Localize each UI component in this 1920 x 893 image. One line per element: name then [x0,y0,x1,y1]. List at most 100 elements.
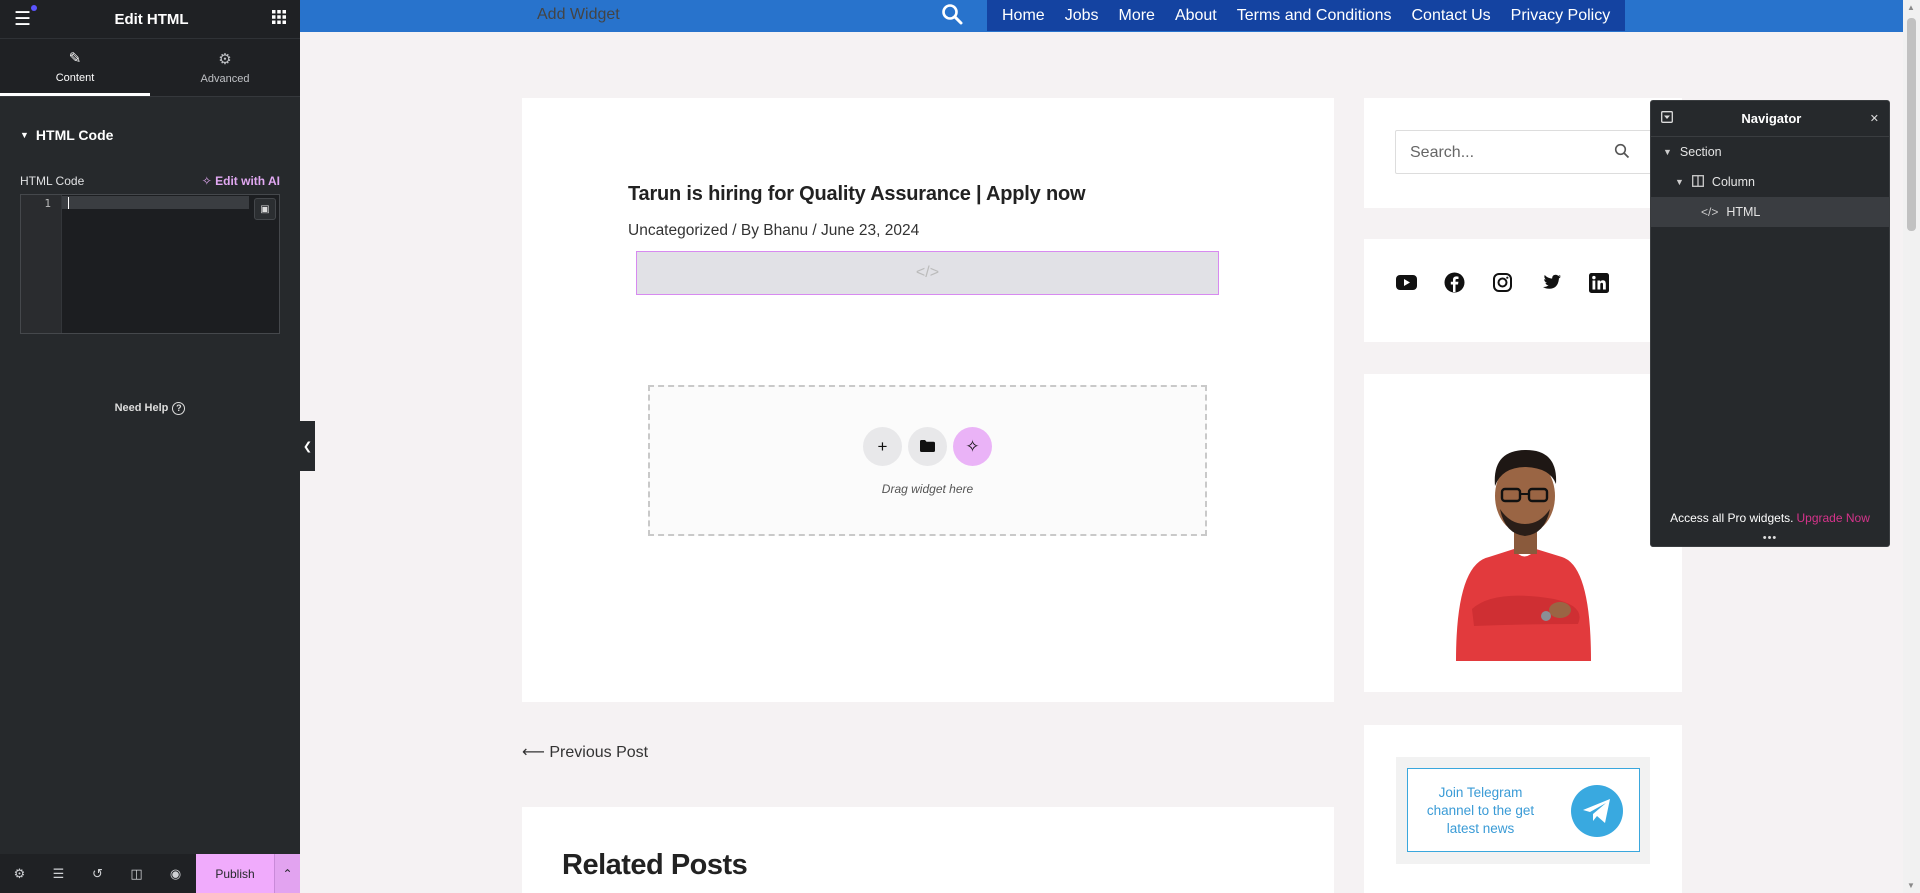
panel-header: ☰ Edit HTML [0,0,300,39]
need-help-label: Need Help [114,402,169,414]
menu-item-more[interactable]: More [1118,7,1154,25]
telegram-banner-wrap: Join Telegram channel to the get latest … [1396,757,1650,864]
edit-with-ai-label: Edit with AI [215,174,280,188]
related-posts-card: Related Posts [522,807,1334,893]
history-icon[interactable]: ↺ [78,866,117,882]
article-card: Tarun is hiring for Quality Assurance | … [522,98,1334,702]
sparkle-icon: ✧ [965,436,980,456]
settings-icon[interactable]: ⚙ [0,866,39,882]
code-icon: </> [1701,205,1719,219]
control-label: HTML Code [20,174,85,188]
sparkle-icon: ✧ [201,174,216,188]
edit-with-ai-button[interactable]: ✧ Edit with AI [202,174,280,188]
html-widget-placeholder[interactable]: </> [636,251,1219,295]
tab-advanced[interactable]: ⚙ Advanced [150,39,300,96]
add-widget-text: Add Widget [537,6,620,23]
menu-item-jobs[interactable]: Jobs [1065,7,1099,25]
menu-item-privacy[interactable]: Privacy Policy [1511,7,1611,25]
text-caret [68,197,69,209]
join-telegram-banner[interactable]: Join Telegram channel to the get latest … [1407,768,1640,852]
upgrade-now-link[interactable]: Upgrade Now [1797,511,1870,525]
html-code-editor[interactable]: 1 ▣ [20,194,280,334]
publish-button[interactable]: Publish [196,854,274,893]
social-icons [1395,271,1610,294]
linkedin-icon[interactable] [1587,271,1610,294]
column-icon [1691,174,1704,190]
post-title: Tarun is hiring for Quality Assurance | … [628,183,1086,205]
need-help-link[interactable]: Need Help? [0,402,300,415]
sidebar-search-input[interactable]: Search... [1395,130,1657,174]
publish-options-chevron-icon[interactable]: ⌃ [274,854,300,893]
chevron-left-icon: ❮ [302,440,313,453]
layers-icon[interactable]: ☰ [39,866,78,882]
author-photo [1456,450,1591,661]
related-posts-heading: Related Posts [562,849,748,881]
resize-handle-icon[interactable]: ••• [1651,532,1889,544]
navigator-item-label: Column [1711,175,1755,189]
gear-icon: ⚙ [218,51,232,68]
post-meta: Uncategorized / By Bhanu / June 23, 2024 [628,222,920,239]
ai-generate-button[interactable]: ✧ [953,427,992,466]
navigator-header: Navigator ✕ [1651,101,1889,137]
widgets-grid-icon[interactable] [271,10,286,28]
instagram-icon[interactable] [1491,271,1514,294]
menu-item-contact[interactable]: Contact Us [1412,7,1491,25]
html-code-control: HTML Code ✧ Edit with AI [0,174,300,188]
database-icon: ▣ [260,203,270,215]
collapse-panel-button[interactable]: ❮ [300,421,315,471]
editor-panel: ☰ Edit HTML ✎ Content ⚙ Advanced ▼ HTML … [0,0,300,893]
menu-item-about[interactable]: About [1175,7,1217,25]
panel-tabs: ✎ Content ⚙ Advanced [0,39,300,97]
tab-advanced-label: Advanced [200,73,250,85]
search-placeholder: Search... [1410,144,1475,161]
collapse-all-icon[interactable] [1661,111,1673,126]
scroll-down-arrow-icon[interactable]: ▼ [1907,881,1915,890]
main-menu: Home Jobs More About Terms and Condition… [987,0,1626,31]
editor-gutter [21,195,62,333]
navigator-item-label: Section [1679,145,1722,159]
search-icon[interactable] [940,2,964,26]
twitter-icon[interactable] [1539,271,1562,294]
caret-down-icon: ▼ [20,130,29,140]
publish-group: Publish ⌃ [196,854,300,893]
responsive-mode-icon[interactable]: ◫ [117,866,156,882]
page-scrollbar[interactable]: ▲ ▼ [1903,0,1920,893]
drop-area-buttons: + ✧ [650,427,1205,466]
previous-post-link[interactable]: ⟵ Previous Post [522,742,648,762]
promo-text: Access all Pro widgets. [1670,511,1794,525]
close-icon[interactable]: ✕ [1870,112,1879,125]
navigator-item-column[interactable]: ▼ Column [1651,167,1889,197]
navigator-promo: Access all Pro widgets. Upgrade Now [1651,511,1889,525]
navigator-item-section[interactable]: ▼ Section [1651,137,1889,167]
navigator-title: Navigator [1741,111,1802,126]
notification-dot [31,4,38,11]
sidebar-telegram-widget: Join Telegram channel to the get latest … [1364,725,1682,893]
preview-eye-icon[interactable]: ◉ [156,866,195,882]
navigator-item-label: HTML [1726,205,1761,219]
youtube-icon[interactable] [1395,271,1418,294]
widget-drop-area[interactable]: + ✧ Drag widget here [648,385,1207,536]
add-template-button[interactable] [908,427,947,466]
sidebar-author-photo [1364,374,1682,692]
menu-item-home[interactable]: Home [1002,7,1045,25]
section-title: HTML Code [35,127,114,143]
menu-icon[interactable]: ☰ [14,4,38,29]
tab-content-label: Content [55,71,95,84]
dynamic-tags-button[interactable]: ▣ [254,198,276,220]
tab-content[interactable]: ✎ Content [0,39,150,96]
add-section-button[interactable]: + [863,427,902,466]
navigator-item-html[interactable]: </> HTML [1651,197,1889,227]
plus-icon: + [877,436,888,456]
sidebar-search-widget: Search... [1364,98,1682,208]
telegram-icon [1571,785,1623,837]
html-code-section-toggle[interactable]: ▼ HTML Code [0,127,300,143]
menu-item-terms[interactable]: Terms and Conditions [1237,7,1392,25]
scroll-up-arrow-icon[interactable]: ▲ [1907,3,1915,12]
caret-down-icon: ▼ [1675,177,1684,187]
facebook-icon[interactable] [1443,271,1466,294]
panel-footer: ⚙ ☰ ↺ ◫ ◉ Publish ⌃ [0,854,300,893]
drop-hint: Drag widget here [881,482,974,496]
scrollbar-thumb[interactable] [1907,18,1916,231]
search-icon[interactable] [1614,143,1632,161]
active-line [62,196,249,209]
